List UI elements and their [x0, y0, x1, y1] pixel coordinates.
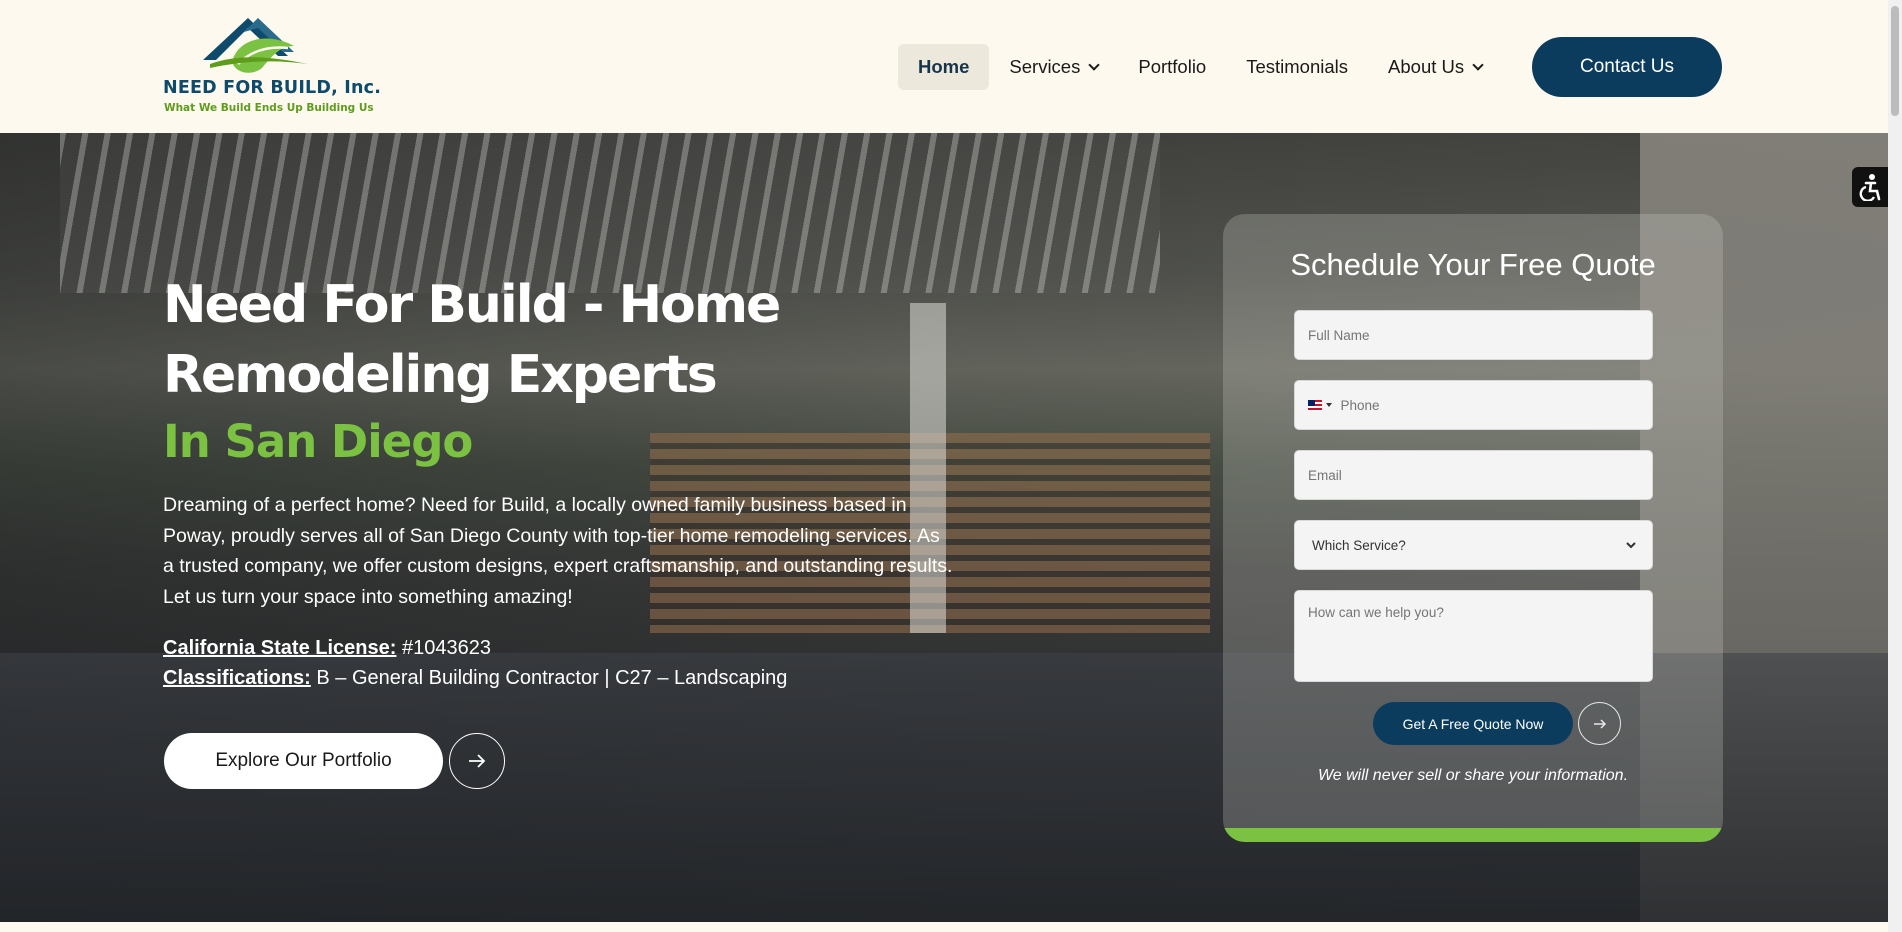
hero-background-pergola	[60, 133, 1160, 293]
site-header: NEED FOR BUILD, Inc. What We Build Ends …	[0, 0, 1888, 133]
full-name-field[interactable]	[1294, 310, 1653, 360]
nav-item-label: Testimonials	[1246, 56, 1349, 77]
main-nav: Home Services Portfolio Testimonials Abo…	[898, 44, 1502, 90]
get-free-quote-button[interactable]: Get A Free Quote Now	[1373, 702, 1573, 745]
page-bottom-strip	[0, 922, 1888, 932]
accessibility-icon[interactable]	[1852, 167, 1888, 207]
form-card-accent-bar	[1223, 828, 1723, 842]
hero-section: Need For Build - Home Remodeling Experts…	[0, 133, 1888, 922]
nav-item-services[interactable]: Services	[989, 44, 1118, 90]
nav-item-label: About Us	[1388, 56, 1465, 77]
classification-label: Classifications:	[163, 667, 311, 689]
logo-roof-leaf-icon	[203, 18, 308, 73]
license-info: California State License: #1043623 Class…	[163, 633, 787, 693]
logo-tagline: What We Build Ends Up Building Us	[164, 102, 374, 114]
chevron-down-icon	[1472, 58, 1484, 71]
privacy-note: We will never sell or share your informa…	[1317, 767, 1629, 784]
full-name-input[interactable]	[1308, 327, 1639, 343]
nav-item-about-us[interactable]: About Us	[1368, 44, 1502, 90]
scrollbar-thumb[interactable]	[1891, 6, 1899, 116]
phone-field[interactable]	[1294, 380, 1653, 430]
service-select-field[interactable]: Which Service?	[1294, 520, 1653, 570]
logo-name: NEED FOR BUILD, Inc.	[163, 78, 382, 98]
arrow-right-icon[interactable]	[1578, 702, 1621, 745]
arrow-right-icon[interactable]	[449, 733, 505, 789]
license-line: California State License: #1043623	[163, 633, 787, 663]
classification-value: B – General Building Contractor | C27 – …	[310, 667, 788, 689]
chevron-down-icon	[1088, 58, 1101, 71]
nav-item-label: Home	[918, 56, 970, 77]
hero-subtitle: In San Diego	[163, 415, 473, 468]
nav-item-label: Portfolio	[1138, 56, 1207, 77]
hero-title: Need For Build - Home Remodeling Experts	[163, 275, 781, 405]
license-label: California State License:	[163, 637, 397, 659]
logo[interactable]: NEED FOR BUILD, Inc. What We Build Ends …	[163, 16, 381, 120]
caret-down-icon[interactable]	[1326, 403, 1333, 407]
nav-item-testimonials[interactable]: Testimonials	[1226, 44, 1368, 90]
message-field[interactable]	[1294, 590, 1653, 682]
classification-line: Classifications: B – General Building Co…	[163, 663, 787, 693]
explore-portfolio-button[interactable]: Explore Our Portfolio	[164, 733, 443, 789]
form-title: Schedule Your Free Quote	[1290, 247, 1656, 282]
hero-description: Dreaming of a perfect home? Need for Bui…	[163, 494, 953, 608]
email-input[interactable]	[1308, 467, 1639, 483]
email-field[interactable]	[1294, 450, 1653, 500]
nav-item-label: Services	[1009, 56, 1081, 77]
phone-input[interactable]	[1340, 397, 1639, 413]
message-textarea[interactable]	[1308, 591, 1639, 671]
contact-us-button[interactable]: Contact Us	[1532, 37, 1722, 97]
license-number: #1043623	[396, 637, 491, 659]
page-scrollbar[interactable]	[1888, 0, 1902, 932]
nav-item-home[interactable]: Home	[898, 44, 990, 90]
quote-form-card: Schedule Your Free Quote Which Service? …	[1223, 214, 1723, 842]
service-select[interactable]: Which Service?	[1308, 536, 1639, 554]
us-flag-icon[interactable]	[1308, 399, 1323, 411]
nav-item-portfolio[interactable]: Portfolio	[1118, 44, 1226, 90]
